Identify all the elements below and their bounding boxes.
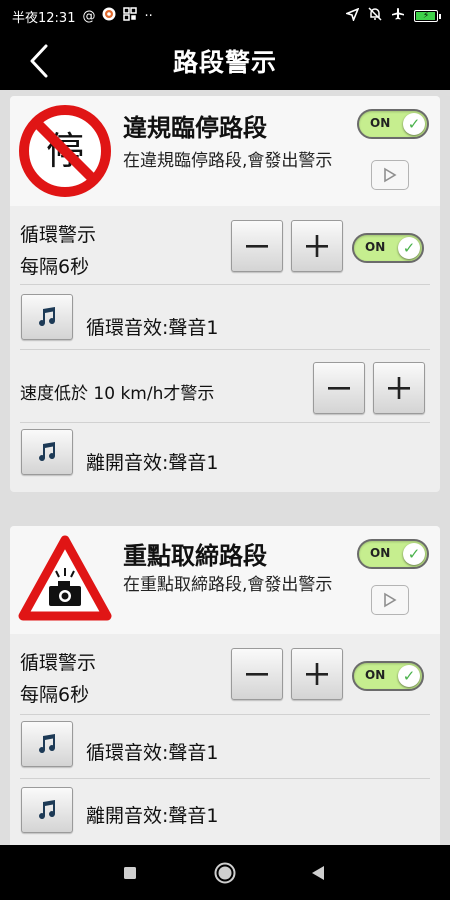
loop-sound-label: 循環音效:聲音1	[86, 742, 219, 764]
loop-alert-toggle[interactable]: ON ✓	[352, 233, 424, 263]
card-description: 在重點取締路段,會發出警示	[123, 575, 333, 595]
card-enforcement-zone: 重點取締路段 在重點取締路段,會發出警示 ON ✓ 循環警示 每隔6秒 ON ✓…	[10, 526, 440, 845]
music-note-icon	[39, 800, 56, 820]
at-sign-icon: @	[82, 8, 96, 24]
exit-sound-button[interactable]	[21, 787, 73, 833]
title-bar: 路段警示	[0, 32, 450, 90]
speed-camera-warning-sign-icon	[18, 534, 112, 628]
home-circle-icon	[214, 862, 236, 883]
loop-sound-label: 循環音效:聲音1	[86, 317, 219, 339]
card-title: 重點取締路段	[123, 542, 267, 570]
system-nav-bar	[0, 845, 450, 900]
loop-interval-value: 每隔6秒	[20, 684, 90, 706]
increase-interval-button[interactable]	[291, 220, 343, 272]
plus-icon	[306, 235, 328, 257]
no-stopping-sign-icon: 停	[18, 104, 112, 202]
chevron-left-icon	[30, 44, 48, 78]
minus-icon	[246, 245, 268, 248]
decrease-interval-button[interactable]	[231, 220, 283, 272]
home-button[interactable]	[195, 845, 255, 900]
play-icon	[384, 167, 397, 183]
music-note-icon	[39, 307, 56, 327]
divider	[20, 349, 430, 350]
back-triangle-icon	[312, 865, 324, 880]
play-preview-button[interactable]	[371, 160, 409, 190]
recents-square-icon	[124, 866, 136, 879]
loop-alert-toggle[interactable]: ON ✓	[352, 661, 424, 691]
speed-threshold-label: 速度低於 10 km/h才警示	[20, 384, 215, 404]
loop-sound-button[interactable]	[21, 721, 73, 767]
back-button[interactable]	[22, 42, 58, 80]
plus-icon	[388, 377, 410, 399]
divider	[20, 714, 430, 715]
toggle-on-label: ON	[370, 546, 391, 560]
divider	[20, 284, 430, 285]
settings-list[interactable]: 停 違規臨停路段 在違規臨停路段,會發出警示 ON ✓ 循環警示 每隔6秒 ON…	[0, 90, 450, 845]
minus-icon	[328, 387, 350, 390]
play-icon	[384, 592, 397, 608]
exit-sound-label: 離開音效:聲音1	[86, 805, 219, 827]
divider	[20, 778, 430, 779]
increase-interval-button[interactable]	[291, 648, 343, 700]
minus-icon	[246, 673, 268, 676]
exit-sound-button[interactable]	[21, 429, 73, 475]
zone-enable-toggle[interactable]: ON ✓	[357, 539, 429, 569]
status-time: 半夜12:31	[12, 10, 76, 26]
card-illegal-stopping-zone: 停 違規臨停路段 在違規臨停路段,會發出警示 ON ✓ 循環警示 每隔6秒 ON…	[10, 96, 440, 492]
decrease-interval-button[interactable]	[231, 648, 283, 700]
status-bar: 半夜12:31 @ ·· ⚡	[0, 0, 450, 32]
toggle-on-label: ON	[365, 240, 386, 254]
card-header: 重點取締路段 在重點取締路段,會發出警示 ON ✓	[10, 526, 440, 634]
loop-sound-button[interactable]	[21, 294, 73, 340]
toggle-on-label: ON	[365, 668, 386, 682]
play-preview-button[interactable]	[371, 585, 409, 615]
card-description: 在違規臨停路段,會發出警示	[123, 151, 333, 171]
zone-enable-toggle[interactable]: ON ✓	[357, 109, 429, 139]
music-note-icon	[39, 734, 56, 754]
loop-interval-value: 每隔6秒	[20, 256, 90, 278]
card-title: 違規臨停路段	[123, 114, 267, 142]
battery-charging-icon: ⚡	[414, 10, 441, 22]
divider	[20, 422, 430, 423]
qr-code-icon	[123, 7, 138, 25]
check-icon: ✓	[403, 113, 425, 135]
mute-icon	[368, 7, 382, 25]
recents-button[interactable]	[100, 845, 160, 900]
check-icon: ✓	[398, 665, 420, 687]
music-note-icon	[39, 442, 56, 462]
page-title: 路段警示	[172, 48, 277, 77]
more-dots-icon: ··	[144, 8, 153, 24]
decrease-speed-button[interactable]	[313, 362, 365, 414]
loop-alert-label: 循環警示	[20, 224, 97, 246]
location-arrow-icon	[344, 7, 360, 25]
system-back-button[interactable]	[288, 845, 348, 900]
card-header: 停 違規臨停路段 在違規臨停路段,會發出警示 ON ✓	[10, 96, 440, 206]
airplane-mode-icon	[391, 7, 405, 25]
app-badge-icon	[102, 7, 116, 25]
increase-speed-button[interactable]	[373, 362, 425, 414]
loop-alert-label: 循環警示	[20, 652, 97, 674]
toggle-on-label: ON	[370, 116, 391, 130]
check-icon: ✓	[398, 237, 420, 259]
check-icon: ✓	[403, 543, 425, 565]
exit-sound-label: 離開音效:聲音1	[86, 452, 219, 474]
plus-icon	[306, 663, 328, 685]
